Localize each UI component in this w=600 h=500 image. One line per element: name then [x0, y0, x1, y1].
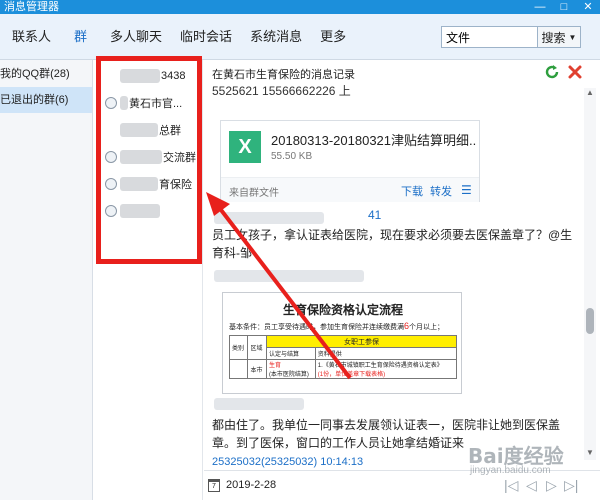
group-item[interactable] [93, 197, 202, 224]
search-button[interactable]: 搜索 ▼ [537, 27, 580, 47]
scroll-down-icon[interactable]: ▼ [586, 448, 594, 457]
doc-cell-text: 1.《黄石市城镇职工生育保险待遇资格认定表》 [317, 363, 443, 369]
category-tree: 我的QQ群(28) 已退出的群(6) [0, 60, 93, 500]
group-item[interactable]: 交流群 [93, 143, 202, 170]
file-card-footer: 来自群文件 下载 转发 ☰ [221, 177, 479, 202]
scrollbar[interactable]: ▲ ▼ [584, 88, 596, 460]
category-menu: 联系人 群 多人聊天 临时会话 系统消息 更多 [0, 14, 355, 60]
file-size: 55.50 KB [271, 151, 313, 162]
group-name: 育保险 [159, 178, 192, 191]
doc-cell-red: (1份，单位盖章下载表格) [317, 372, 386, 378]
menu-system-messages[interactable]: 系统消息 [241, 14, 311, 60]
date-display[interactable]: 2019-2-28 [226, 479, 276, 491]
close-button[interactable]: ✕ [576, 0, 600, 14]
file-name[interactable]: 20180313-20180321津贴结算明细... [271, 130, 476, 149]
doc-table: 类别 区域 女职工参保 认定与结算 资料提供 本市 生育 (本市医院结算) 1.《… [228, 335, 458, 379]
group-list: 3438 黄石市官... 总群 交流群 育保险 [93, 60, 203, 500]
doc-cell: 认定与结算 [265, 347, 316, 360]
menu-more[interactable]: 更多 [311, 14, 355, 60]
minimize-button[interactable]: — [528, 0, 552, 14]
message-meta-fragment: 25325032(25325032) 10:14:13 [212, 456, 364, 468]
download-link[interactable]: 下载 [401, 183, 423, 199]
doc-note-prefix: 基本条件：员工享受待遇时，参加生育保险并连续缴费满 [229, 324, 404, 331]
group-name: 总群 [159, 124, 181, 137]
delete-icon[interactable] [567, 64, 583, 80]
search-button-label: 搜索 [541, 30, 566, 45]
next-page-icon[interactable]: ▷ [546, 477, 557, 494]
blurred-sender [214, 212, 324, 224]
group-name: 3438 [161, 69, 186, 82]
scroll-up-icon[interactable]: ▲ [586, 88, 594, 97]
message-text: 员工女孩子，拿认证表给医院，现在要求必须要去医保盖章了？@生育科-邹 [212, 228, 573, 260]
menu-icon[interactable]: ☰ [461, 183, 472, 197]
last-page-icon[interactable]: ▷| [564, 477, 578, 494]
doc-cell: 1.《黄石市城镇职工生育保险待遇资格认定表》 (1份，单位盖章下载表格) [314, 359, 458, 379]
file-card[interactable]: X 20180313-20180321津贴结算明细... 55.50 KB 来自… [220, 120, 480, 202]
blurred-name [120, 68, 160, 83]
window-title: 消息管理器 [4, 1, 59, 13]
doc-cell: 生育 (本市医院结算) [265, 359, 316, 379]
menu-groups[interactable]: 群 [60, 14, 101, 60]
doc-cell: 区域 [247, 335, 267, 360]
blurred-name [120, 203, 160, 218]
doc-cell [228, 359, 249, 379]
doc-title: 生育保险资格认定流程 [282, 303, 403, 317]
menu-multichat[interactable]: 多人聊天 [101, 14, 171, 60]
blurred-name [120, 95, 128, 110]
group-item[interactable]: 育保险 [93, 170, 202, 197]
doc-cell-red: 生育 [268, 363, 281, 369]
group-item[interactable]: 3438 [93, 62, 202, 89]
group-icon [105, 96, 117, 109]
message-record-pane: 在黄石市生育保险的消息记录 5525621 15566662226 上 X 20… [204, 60, 600, 500]
group-icon [105, 177, 117, 190]
window-controls: — □ ✕ [528, 0, 600, 14]
first-page-icon[interactable]: |◁ [504, 477, 518, 494]
doc-note: 基本条件：员工享受待遇时，参加生育保险并连续缴费满6个月以上； [229, 321, 444, 332]
group-item[interactable]: 黄石市官... [93, 89, 202, 116]
refresh-icon[interactable] [544, 64, 560, 80]
group-item[interactable]: 总群 [93, 116, 202, 143]
doc-cell: 资料提供 [314, 347, 458, 360]
attached-image[interactable]: 生育保险资格认定流程 基本条件：员工享受待遇时，参加生育保险并连续缴费满6个月以… [222, 292, 462, 394]
calendar-icon[interactable]: 7 [208, 479, 220, 492]
scroll-thumb[interactable] [586, 308, 594, 334]
watermark-url: jingyan.baidu.com [470, 465, 551, 476]
group-name: 交流群 [163, 151, 196, 164]
message-fragment: 5525621 15566662226 上 [212, 84, 351, 98]
search-box: 搜索 ▼ [441, 26, 581, 48]
caret-down-icon: ▼ [568, 32, 577, 42]
maximize-button[interactable]: □ [552, 0, 576, 14]
sender-id-fragment: 41 [368, 208, 382, 222]
blurred-name [120, 149, 162, 164]
doc-cell: 类别 [228, 335, 249, 360]
file-source: 来自群文件 [229, 188, 279, 199]
blurred-sender [214, 270, 364, 282]
menu-contacts[interactable]: 联系人 [0, 14, 60, 60]
forward-link[interactable]: 转发 [430, 183, 452, 199]
prev-page-icon[interactable]: ◁ [526, 477, 537, 494]
toolbar: 联系人 群 多人聊天 临时会话 系统消息 更多 搜索 ▼ [0, 14, 600, 60]
blurred-name [120, 122, 158, 137]
blurred-sender [214, 398, 304, 410]
doc-cell-sub: (本市医院结算) [268, 372, 309, 378]
doc-note-suffix: 个月以上； [409, 324, 445, 331]
blurred-name [120, 176, 158, 191]
doc-cell: 本市 [247, 359, 267, 379]
menu-temp-session[interactable]: 临时会话 [171, 14, 241, 60]
group-icon [105, 150, 117, 163]
title-bar: 消息管理器 — □ ✕ [0, 0, 600, 14]
tree-item-left-groups[interactable]: 已退出的群(6) [0, 87, 92, 113]
tree-item-my-groups[interactable]: 我的QQ群(28) [0, 61, 92, 87]
group-icon [105, 204, 117, 217]
excel-icon: X [229, 131, 261, 163]
group-name: 黄石市官... [129, 97, 183, 110]
record-title: 在黄石市生育保险的消息记录 [212, 69, 355, 81]
search-input[interactable] [442, 27, 537, 47]
doc-cell-highlight: 女职工参保 [265, 335, 458, 348]
